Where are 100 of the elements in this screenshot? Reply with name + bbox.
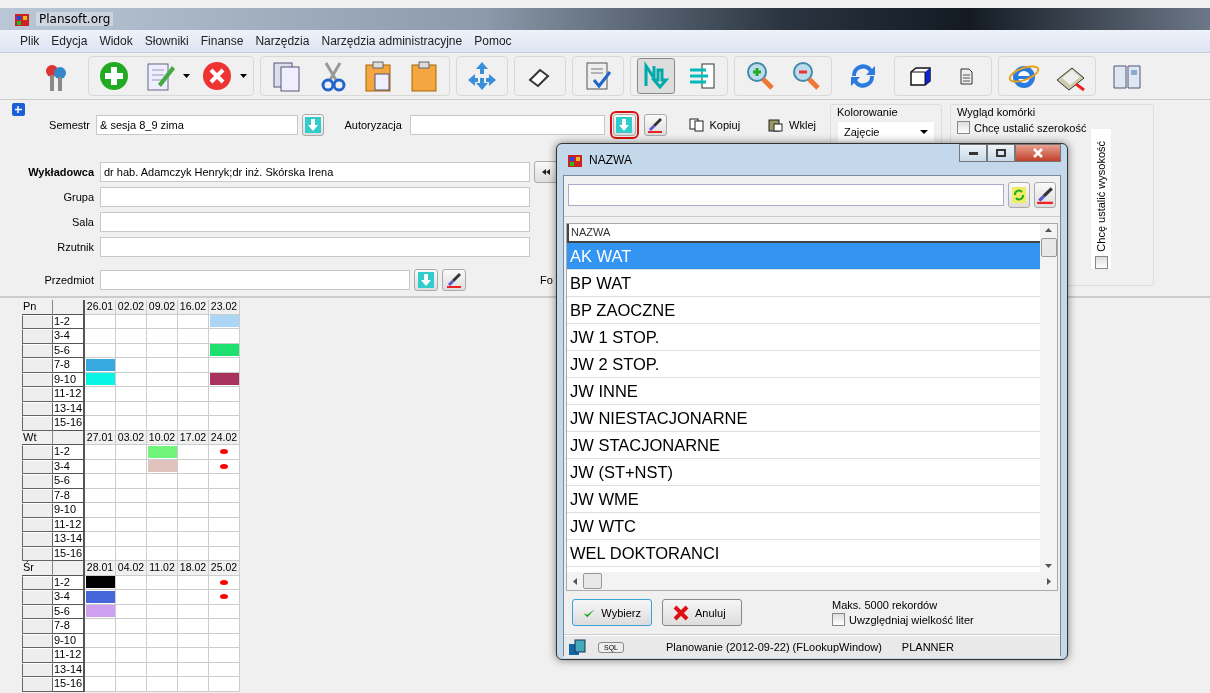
schedule-cell[interactable] [209,619,240,634]
schedule-cell[interactable] [209,590,240,605]
lesson-dot[interactable] [220,594,228,600]
list-item[interactable]: JW STACJONARNE [567,432,1040,459]
schedule-cell[interactable] [178,474,209,489]
caret-icon[interactable] [183,74,190,78]
schedule-cell[interactable] [116,590,147,605]
schedule-cell[interactable] [147,590,178,605]
horizontal-scrollbar[interactable] [567,572,1057,590]
menu-item[interactable]: Słowniki [144,34,189,48]
list-item[interactable]: JW 2 STOP. [567,351,1040,378]
row-header-cell[interactable] [22,677,53,692]
schedule-cell[interactable] [85,329,116,344]
schedule-cell[interactable] [116,387,147,402]
row-header-cell[interactable] [22,445,53,460]
schedule-cell[interactable] [147,648,178,663]
schedule-cell[interactable] [85,387,116,402]
schedule-cell[interactable] [209,532,240,547]
close-button[interactable] [1015,144,1061,162]
text-field[interactable] [100,186,530,207]
schedule-cell[interactable] [209,648,240,663]
schedule-cell[interactable] [209,387,240,402]
schedule-cell[interactable] [178,445,209,460]
schedule-cell[interactable] [178,358,209,373]
schedule-cell[interactable] [116,503,147,518]
back-button[interactable] [534,160,558,183]
clear-button[interactable] [1034,182,1056,208]
copy-button[interactable]: Kopiuj [682,116,747,133]
coloring-dropdown[interactable]: Zajęcie [837,121,935,143]
checkbox[interactable] [832,613,845,626]
list-item[interactable]: BP ZAOCZNE [567,297,1040,324]
schedule-cell[interactable] [209,474,240,489]
lesson-block[interactable] [209,373,239,386]
lesson-dot[interactable] [220,449,228,455]
lesson-dot[interactable] [220,463,228,469]
list-item[interactable]: JW (ST+NST) [567,459,1040,486]
schedule-cell[interactable] [178,503,209,518]
schedule-cell[interactable] [116,445,147,460]
caret-icon[interactable] [240,74,247,78]
schedule-cell[interactable] [209,445,240,460]
row-header-cell[interactable] [22,648,53,663]
select-button[interactable]: Wybierz [572,599,652,626]
schedule-cell[interactable] [178,590,209,605]
schedule-cell[interactable] [178,648,209,663]
row-header-cell[interactable] [22,358,53,373]
row-header-cell[interactable] [22,532,53,547]
schedule-cell[interactable] [178,329,209,344]
semester-field[interactable]: & sesja 8_9 zima [96,114,298,135]
row-header-cell[interactable] [22,619,53,634]
schedule-cell[interactable] [209,503,240,518]
menu-item[interactable]: Finanse [200,34,244,48]
clear-button[interactable] [643,113,667,136]
schedule-cell[interactable] [116,329,147,344]
schedule-cell[interactable] [147,677,178,692]
menu-item[interactable]: Plik [20,34,40,48]
row-header-cell[interactable] [22,387,53,402]
schedule-cell[interactable] [85,416,116,431]
schedule-cell[interactable] [85,474,116,489]
paste-button[interactable]: Wklej [762,116,822,133]
schedule-cell[interactable] [85,503,116,518]
schedule-cell[interactable] [147,532,178,547]
schedule-cell[interactable] [147,358,178,373]
schedule-cell[interactable] [116,416,147,431]
pin-icon[interactable] [12,103,25,116]
list-item[interactable]: JW INNE [567,378,1040,405]
row-header-cell[interactable] [22,416,53,431]
cancel-button[interactable]: Anuluj [662,599,742,626]
schedule-cell[interactable] [209,416,240,431]
checkbox[interactable] [957,121,970,134]
schedule-cell[interactable] [116,619,147,634]
schedule-cell[interactable] [116,358,147,373]
schedule-cell[interactable] [178,677,209,692]
schedule-cell[interactable] [116,474,147,489]
list-item[interactable]: BP WAT [567,270,1040,297]
dropdown-button[interactable] [612,113,636,136]
list-item[interactable]: JW WTC [567,513,1040,540]
list-item[interactable]: WEL DOKTORANCI [567,540,1040,567]
maximize-button[interactable] [987,144,1015,162]
menu-item[interactable]: Pomoc [474,34,512,48]
lesson-block[interactable] [85,576,115,589]
text-field[interactable] [100,236,530,257]
subject-field[interactable] [100,269,410,290]
schedule-cell[interactable] [116,532,147,547]
menu-item[interactable]: Widok [99,34,133,48]
schedule-cell[interactable] [85,648,116,663]
minimize-button[interactable] [959,144,987,162]
schedule-cell[interactable] [147,387,178,402]
schedule-cell[interactable] [85,619,116,634]
schedule-cell[interactable] [85,677,116,692]
schedule-cell[interactable] [209,677,240,692]
scroll-thumb[interactable] [1040,238,1057,257]
schedule-cell[interactable] [178,619,209,634]
schedule-cell[interactable] [85,532,116,547]
row-header-cell[interactable] [22,474,53,489]
list-item[interactable]: JW WME [567,486,1040,513]
scroll-thumb[interactable] [583,573,602,589]
search-field[interactable] [568,184,1005,206]
schedule-cell[interactable] [147,329,178,344]
lesson-dot[interactable] [220,579,228,585]
menu-item[interactable]: Edycja [51,34,88,48]
